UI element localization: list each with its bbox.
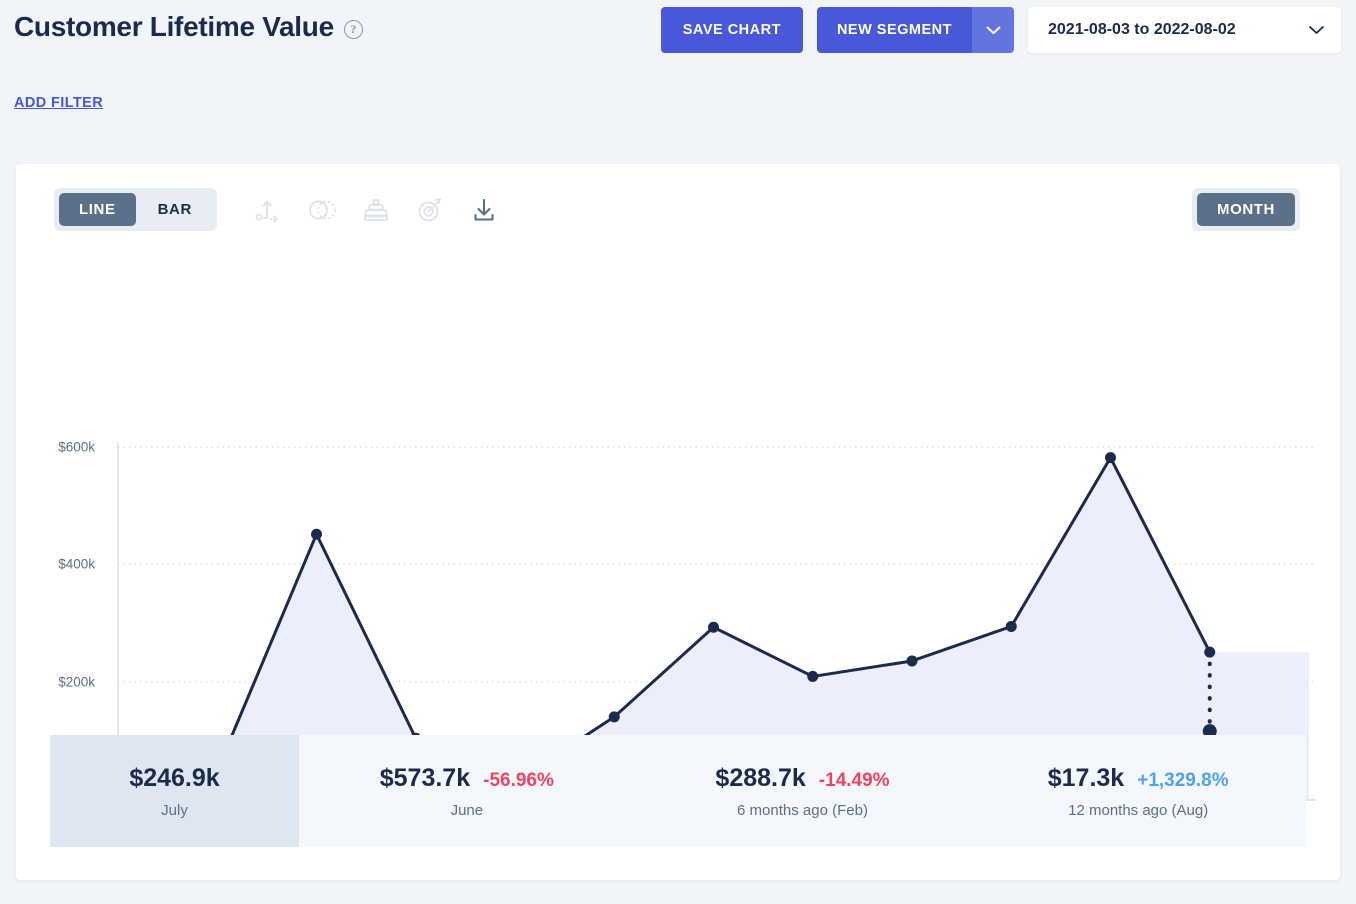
stat-value: $17.3k — [1047, 763, 1125, 792]
data-point[interactable] — [311, 528, 322, 540]
chart-type-bar-button[interactable]: BAR — [138, 193, 212, 226]
stat-card[interactable]: $288.7k -14.49% 6 months ago (Feb) — [635, 735, 971, 847]
header-actions: SAVE CHART NEW SEGMENT 2021-08-03 to 202… — [660, 7, 1341, 53]
axis-scale-icon[interactable] — [251, 193, 285, 227]
chart-toolbar: LINE BAR — [54, 188, 501, 231]
stat-value: $288.7k — [715, 763, 806, 792]
stat-top-row: $17.3k +1,329.8% — [1048, 764, 1229, 793]
cohort-venn-icon[interactable] — [305, 193, 339, 227]
date-range-select[interactable]: 2021-08-03 to 2022-08-02 — [1028, 7, 1341, 53]
data-point[interactable] — [1005, 620, 1017, 632]
stat-top-row: $573.7k -56.96% — [380, 764, 554, 793]
chart-type-line-button[interactable]: LINE — [59, 193, 136, 226]
stat-card[interactable]: $573.7k -56.96% June — [299, 735, 635, 847]
stat-label: July — [161, 801, 188, 819]
stat-change-badge: +1,329.8% — [1137, 769, 1229, 791]
data-point[interactable] — [1204, 646, 1216, 658]
stat-change-badge: -14.49% — [818, 769, 890, 791]
clv-report-page: Customer Lifetime Value ? SAVE CHART NEW… — [0, 0, 1356, 904]
page-header: Customer Lifetime Value ? SAVE CHART NEW… — [0, 0, 1356, 62]
goal-target-icon[interactable] — [413, 193, 447, 227]
chart-tool-icons — [251, 193, 501, 227]
new-segment-button[interactable]: NEW SEGMENT — [816, 7, 972, 53]
date-range-value: 2021-08-03 to 2022-08-02 — [1048, 21, 1236, 38]
period-toggle: MONTH — [1192, 188, 1300, 231]
add-filter-link[interactable]: ADD FILTER — [14, 95, 103, 111]
stat-value: $246.9k — [129, 763, 220, 792]
stat-label: 12 months ago (Aug) — [1068, 801, 1209, 819]
chart-type-toggle: LINE BAR — [54, 188, 217, 231]
stat-top-row: $288.7k -14.49% — [715, 764, 889, 793]
stat-change-badge: -56.96% — [483, 769, 554, 791]
period-month-button[interactable]: MONTH — [1197, 193, 1295, 226]
data-point[interactable] — [1105, 452, 1116, 464]
data-point[interactable] — [906, 655, 918, 667]
new-segment-dropdown-toggle[interactable] — [972, 7, 1014, 53]
save-chart-button[interactable]: SAVE CHART — [660, 7, 803, 53]
filter-bar: ADD FILTER — [14, 94, 103, 112]
stat-value: $573.7k — [379, 763, 471, 792]
stat-card[interactable]: $17.3k +1,329.8% 12 months ago (Aug) — [970, 735, 1306, 847]
data-point[interactable] — [608, 711, 620, 723]
page-title: Customer Lifetime Value — [14, 11, 334, 42]
stat-label: June — [450, 801, 484, 819]
data-point[interactable] — [807, 670, 819, 682]
download-icon[interactable] — [467, 193, 501, 227]
chart-card: LINE BAR MONTH $600k $400k $200k $246.9k… — [16, 164, 1340, 880]
new-segment-split-button[interactable]: NEW SEGMENT — [816, 7, 1014, 53]
stat-card[interactable]: $246.9k July — [50, 735, 299, 847]
stat-label: 6 months ago (Feb) — [737, 801, 868, 819]
funnel-icon[interactable] — [359, 193, 393, 227]
stat-top-row: $246.9k — [129, 764, 219, 793]
data-point[interactable] — [708, 621, 719, 633]
summary-stats: $246.9k July $573.7k -56.96% June $288.7… — [50, 735, 1306, 847]
question-circle-icon[interactable]: ? — [343, 19, 363, 39]
chevron-down-icon — [986, 26, 1000, 34]
chevron-down-icon — [1309, 26, 1324, 34]
title-group: Customer Lifetime Value ? — [14, 11, 363, 43]
